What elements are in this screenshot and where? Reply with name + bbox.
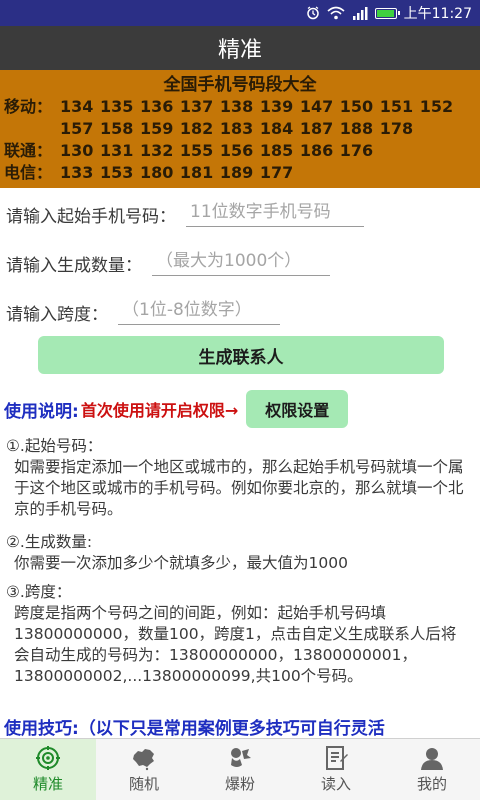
start-number-label: 请输入起始手机号码： [6, 207, 176, 227]
count-row: 请输入生成数量： [6, 249, 330, 276]
usage-header: 使用说明: 首次使用请开启权限→ 权限设置 [4, 390, 349, 428]
status-time: 上午11:27 [403, 6, 472, 22]
count-input[interactable] [152, 249, 330, 276]
fan-icon [231, 748, 251, 767]
usage-section-span: ③.跨度： 跨度是指两个号码之间的间距，例如：起始手机号码填1380000000… [6, 582, 470, 687]
battery-icon [374, 7, 400, 19]
nav-item-random[interactable]: 随机 [96, 739, 192, 800]
signal-icon [352, 6, 368, 20]
start-number-row: 请输入起始手机号码： [6, 200, 364, 227]
section-text: 如需要指定添加一个地区或城市的，那么起始手机号码就填一个属于这个地区或城市的手机… [14, 458, 464, 518]
status-bar: 上午11:27 [0, 0, 480, 26]
banner-row-telecom: 电信： 133 153 180 181 189 177 [0, 162, 480, 184]
nav-item-import[interactable]: 读入 [288, 739, 384, 800]
nav-item-mine[interactable]: 我的 [384, 739, 480, 800]
target-icon [36, 746, 60, 770]
title-bar: 精准 [0, 26, 480, 70]
section-text: 你需要一次添加多少个就填多少，最大值为1000 [14, 554, 348, 572]
bottom-nav: 精准 随机 爆粉 读入 我的 [0, 738, 480, 800]
import-icon [326, 746, 348, 770]
battery-level [376, 9, 394, 17]
section-heading: ③.跨度： [6, 583, 72, 601]
nav-label: 爆粉 [224, 775, 255, 793]
page-title: 精准 [217, 38, 262, 63]
banner-label: 移动： [4, 97, 53, 116]
user-icon [421, 748, 443, 770]
generate-contacts-button[interactable]: 生成联系人 [38, 336, 444, 374]
banner-label: 联通： [4, 141, 53, 160]
usage-title: 使用说明: [4, 401, 79, 422]
nav-item-fans[interactable]: 爆粉 [192, 739, 288, 800]
section-heading: ②.生成数量: [6, 533, 93, 551]
usage-section-start: ①.起始号码： 如需要指定添加一个地区或城市的，那么起始手机号码就填一个属于这个… [6, 436, 470, 520]
banner-numbers: 133 153 180 181 189 177 [60, 163, 294, 182]
section-text: 跨度是指两个号码之间的间距，例如：起始手机号码填13800000000，数量10… [14, 604, 457, 685]
nav-item-precise[interactable]: 精准 [0, 739, 96, 800]
count-label: 请输入生成数量： [6, 256, 142, 276]
banner-numbers: 130 131 132 155 156 185 186 176 [60, 141, 374, 160]
banner-row-unicom: 联通： 130 131 132 155 156 185 186 176 [0, 140, 480, 162]
nav-label: 精准 [32, 775, 63, 793]
wifi-icon [327, 6, 345, 20]
permission-warning: 首次使用请开启权限→ [80, 401, 239, 420]
span-row: 请输入跨度： [6, 298, 280, 325]
banner-numbers: 134 135 136 137 138 139 147 150 151 152 … [60, 97, 454, 138]
banner-label: 电信： [4, 163, 53, 182]
banner-row-mobile: 移动： 134 135 136 137 138 139 147 150 151 … [0, 96, 480, 140]
banner-title: 全国手机号码段大全 [163, 75, 317, 95]
nav-label: 读入 [320, 775, 351, 793]
span-input[interactable] [118, 298, 280, 325]
start-number-input[interactable] [186, 200, 364, 227]
usage-section-count: ②.生成数量: 你需要一次添加多少个就填多少，最大值为1000 [6, 532, 470, 574]
span-label: 请输入跨度： [6, 305, 108, 325]
china-map-icon [133, 749, 154, 771]
permission-settings-button[interactable]: 权限设置 [246, 390, 349, 428]
nav-label: 随机 [128, 775, 159, 793]
tips-heading: 使用技巧:（以下只是常用案例更多技巧可自行灵活 [4, 719, 385, 739]
section-heading: ①.起始号码： [6, 437, 103, 455]
alarm-icon [306, 6, 320, 20]
nav-label: 我的 [416, 775, 447, 793]
number-prefix-banner: 全国手机号码段大全 移动： 134 135 136 137 138 139 14… [0, 70, 480, 188]
